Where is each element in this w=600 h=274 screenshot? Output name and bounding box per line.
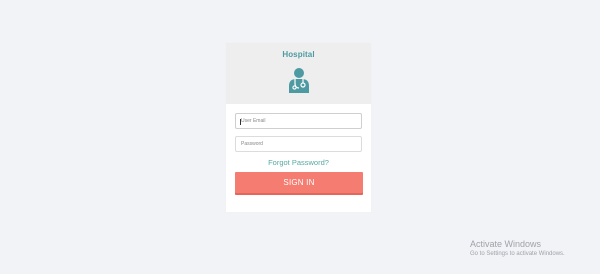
brand-title: Hospital: [282, 50, 315, 59]
login-form: Forgot Password? SIGN IN: [226, 104, 371, 193]
watermark-subtitle: Go to Settings to activate Windows.: [470, 251, 565, 257]
email-input[interactable]: [235, 113, 362, 129]
forgot-password-link[interactable]: Forgot Password?: [235, 158, 362, 168]
activate-windows-watermark: Activate Windows Go to Settings to activ…: [470, 239, 565, 259]
doctor-icon: [289, 68, 309, 93]
login-card: Hospital Forgot Password? SIGN IN: [226, 43, 371, 212]
sign-in-button[interactable]: SIGN IN: [235, 172, 363, 193]
watermark-title: Activate Windows: [470, 239, 542, 249]
text-cursor: [240, 119, 241, 125]
card-header: Hospital: [226, 43, 371, 104]
password-input[interactable]: [235, 136, 362, 152]
